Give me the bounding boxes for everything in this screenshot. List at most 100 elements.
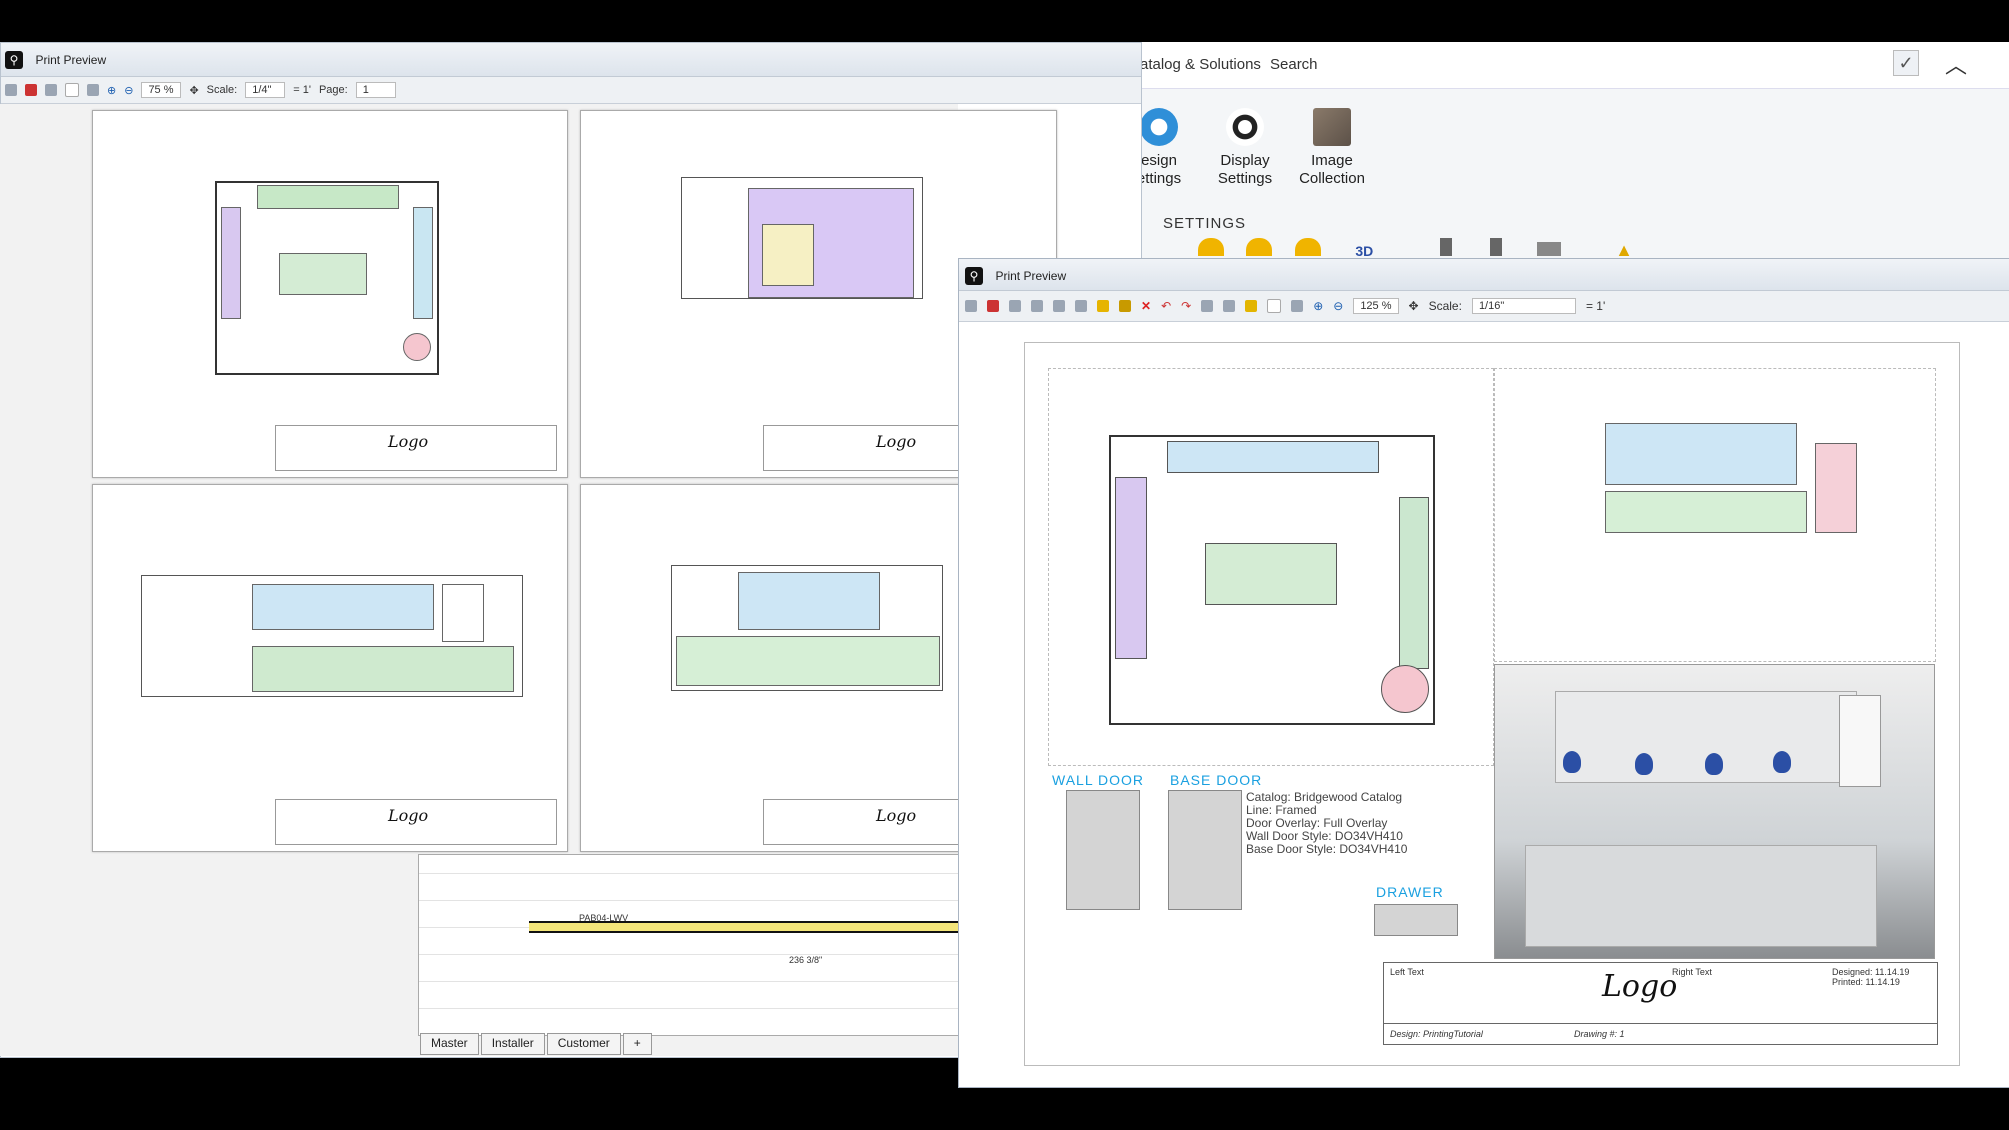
delete-icon[interactable]: ✕ [1141,299,1151,313]
scale-field[interactable]: 1/4" [245,82,286,98]
checkmark-icon[interactable]: ✓ [1893,50,1919,76]
preview-page: Logo [92,484,568,852]
collapse-ribbon-icon[interactable]: ︿ [1945,48,1967,80]
dimension-label: PAB04-LWV [579,913,629,923]
base-door-label: BASE DOOR [1170,772,1263,788]
side-cabinets [1399,497,1429,669]
layout-icon[interactable] [1075,300,1087,312]
save-icon[interactable] [1009,300,1021,312]
pdf-icon[interactable] [25,84,37,96]
preview-page: Logo [92,110,568,478]
tab-customer[interactable]: Customer [546,1033,621,1055]
title-block: Logo [275,425,557,471]
image-collection-button[interactable]: Image Collection [1287,108,1377,188]
undo-icon[interactable]: ↶ [1161,299,1171,313]
wall-door-label: WALL DOOR [1052,772,1144,788]
print-icon[interactable] [5,84,17,96]
cabinet-tool-icon[interactable] [1246,238,1273,256]
elevation-viewport [1494,368,1936,662]
ribbon-icon-row: 3D ▲ [1138,238,2009,260]
pendant-light [1563,751,1581,773]
scale-label: Scale: [1428,299,1462,313]
bottom-letterbox [0,1086,2009,1130]
printer-icon[interactable] [1536,242,1561,256]
floor-plan [1109,435,1435,725]
pan-icon[interactable]: ✥ [1409,299,1419,313]
gear-icon [1140,108,1178,146]
grid-icon[interactable] [1201,300,1214,312]
logo: Logo [876,432,917,451]
image-collection-label: Image Collection [1299,152,1365,187]
logo: Logo [388,806,429,825]
tab-catalog-solutions[interactable]: atalog & Solutions [1140,56,1261,73]
page-label: Page: [318,84,348,96]
plan-grid: PAB04-LWV 236 3/8" [418,854,960,1036]
logo: Logo [876,806,917,825]
display-settings-button[interactable]: Display Settings [1200,108,1290,188]
drawer-swatch [1374,904,1458,936]
add-tab-button[interactable]: + [622,1033,652,1055]
person-icon[interactable] [1490,238,1503,256]
zoom-field[interactable]: 125 % [1353,298,1399,314]
floor-plan-viewport [1048,368,1494,766]
zoom-in-icon[interactable]: ⊕ [1313,299,1323,313]
wall-cabinets [1167,441,1379,473]
cabinet-tool-icon[interactable] [1198,238,1224,256]
page-icon[interactable] [65,83,79,97]
designed-date: Designed: 11.14.19 [1832,967,1910,977]
pendant-light [1773,751,1791,773]
wall-door-swatch [1066,790,1140,910]
elevation-drawing [141,575,523,697]
window2-toolbar: ✕ ↶ ↷ ⊕ ⊖ 125 % ✥ Scale: 1/16" = 1' [959,291,2009,322]
display-settings-label: Display Settings [1217,152,1273,187]
title-block: Left Text Right Text Designed: 11.14.19 … [1383,962,1938,1045]
drawing-number: Drawing #: 1 [1574,1029,1625,1039]
image-collection-icon [1313,108,1351,146]
export-icon[interactable] [45,84,57,96]
pendant-light [1705,753,1723,775]
right-text: Right Text [1672,967,1712,977]
refrigerator [762,224,814,286]
fill-icon[interactable] [1223,300,1236,312]
logo: Logo [1602,969,1678,1004]
page-setup-icon[interactable] [1053,300,1065,312]
dimension-label: 236 3/8" [789,955,823,965]
base-cabinets [676,636,940,686]
magnifier-icon: ⚲ [965,267,983,285]
redo-icon[interactable]: ↷ [1181,299,1191,313]
window1-preview-area: Logo Logo Logo Logo PAB04-LWV 236 3/8" [0,104,1057,1056]
cabinet-tool-icon[interactable] [1294,238,1321,256]
tab-master[interactable]: Master [420,1033,479,1055]
lock-icon[interactable] [1245,300,1258,312]
tab-search[interactable]: Search [1270,56,1318,73]
settings-group-label: SETTINGS [1163,215,1247,232]
scale-field[interactable]: 1/16" [1471,298,1576,314]
window2-titlebar: ⚲ Print Preview [959,259,2009,291]
scale-unit: = 1' [293,84,311,96]
zoom-out-icon[interactable]: ⊖ [1333,299,1343,313]
sheet-tabs: Master Installer Customer + [420,1033,652,1055]
page-icon[interactable] [1291,300,1304,312]
page-setup-icon[interactable] [87,84,99,96]
page-field[interactable]: 1 [355,82,396,98]
note-icon[interactable] [1119,300,1131,312]
tab-installer[interactable]: Installer [480,1033,545,1055]
render-island [1525,845,1877,947]
top-letterbox [0,0,2009,42]
pan-icon[interactable]: ✥ [189,84,198,97]
comment-icon[interactable] [1097,300,1109,312]
divider [1384,1023,1937,1024]
pantry [1815,443,1857,533]
catalog-line: Base Door Style: DO34VH410 [1246,842,1408,856]
page-icon[interactable] [1267,299,1282,313]
zoom-out-icon[interactable]: ⊖ [124,84,133,97]
print-icon[interactable] [965,300,977,312]
export-icon[interactable] [1031,300,1043,312]
zoom-in-icon[interactable]: ⊕ [107,84,116,97]
person-icon[interactable] [1439,238,1452,256]
wall-cabinets [738,572,880,630]
pdf-icon[interactable] [987,300,999,312]
window1-titlebar: ⚲ Print Preview [1,43,1141,77]
logo: Logo [388,432,429,451]
zoom-field[interactable]: 75 % [141,82,182,98]
